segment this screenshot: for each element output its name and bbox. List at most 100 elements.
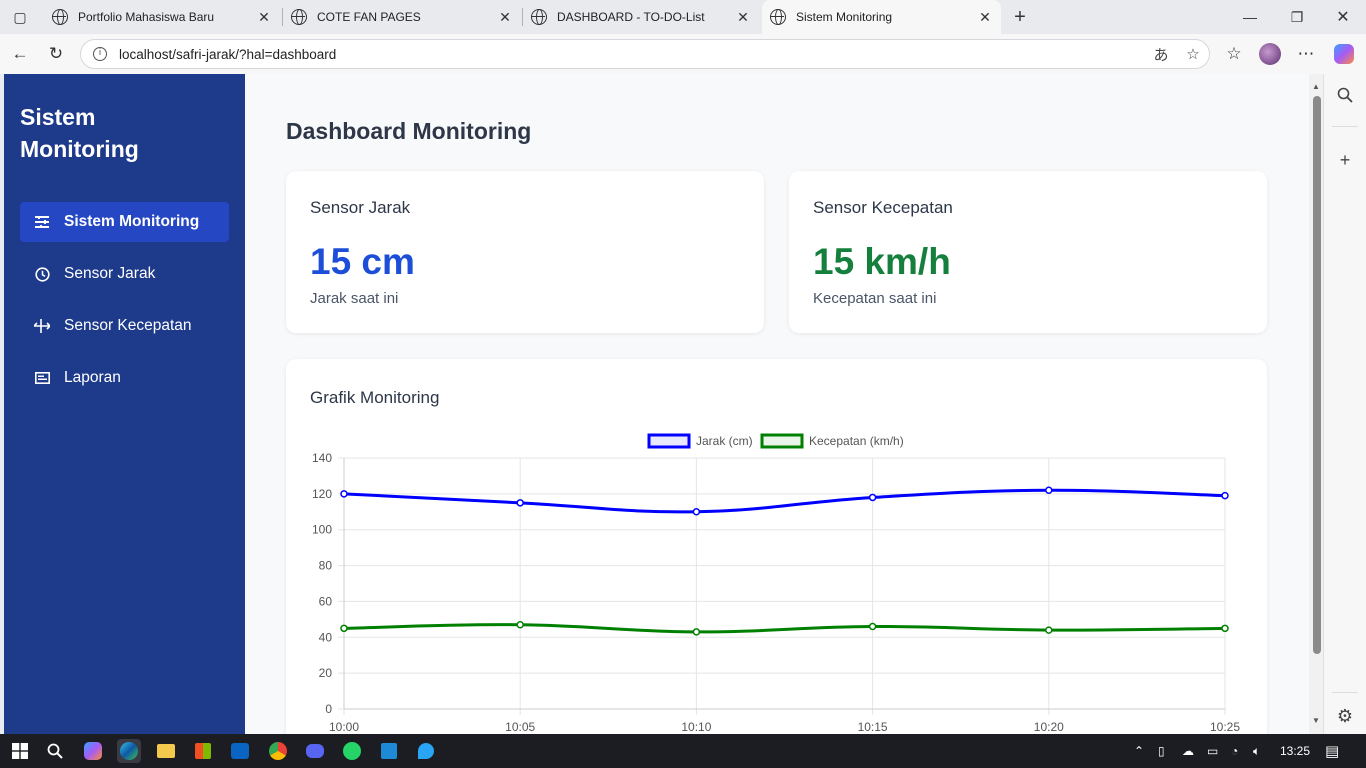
file-explorer-icon[interactable] <box>154 739 178 763</box>
sidebar-item-sensor-jarak[interactable]: Sensor Jarak <box>20 254 229 294</box>
globe-icon <box>531 9 547 25</box>
window-close-icon[interactable]: ✕ <box>1323 0 1363 34</box>
sliders-icon <box>34 214 50 230</box>
x-tick-label: 10:25 <box>1210 720 1240 734</box>
tab-title: Portfolio Mahasiswa Baru <box>78 10 215 24</box>
card-title: Sensor Kecepatan <box>813 198 953 217</box>
more-menu-icon[interactable]: ⋯ <box>1292 40 1320 68</box>
series-line-1 <box>343 623 1226 634</box>
sidebar-item-sistem-monitoring[interactable]: Sistem Monitoring <box>20 202 229 242</box>
legend-label: Kecepatan (km/h) <box>809 434 904 448</box>
card-caption: Jarak saat ini <box>310 290 399 307</box>
notification-icon[interactable]: ▤ <box>1325 734 1339 768</box>
data-point <box>868 622 877 631</box>
main-content: Dashboard Monitoring Sensor Jarak 15 cm … <box>245 74 1309 734</box>
back-arrow-icon[interactable]: ← <box>6 40 34 68</box>
edge-icon[interactable] <box>117 739 141 763</box>
y-tick-label: 120 <box>312 487 332 501</box>
data-point <box>340 490 348 498</box>
info-icon[interactable]: i <box>93 47 107 61</box>
globe-icon <box>291 9 307 25</box>
search-icon[interactable] <box>1332 82 1358 108</box>
windows-start-icon[interactable] <box>8 739 32 763</box>
store-icon[interactable] <box>191 739 215 763</box>
chart-title: Grafik Monitoring <box>310 388 440 407</box>
browser-tab-4[interactable]: Sistem Monitoring ✕ <box>762 0 1001 34</box>
profile-avatar[interactable] <box>1256 40 1284 68</box>
data-point <box>868 493 877 502</box>
report-icon <box>34 370 50 386</box>
onedrive-cloud-icon[interactable]: ☁ <box>1182 734 1194 768</box>
outlook-icon[interactable] <box>228 739 252 763</box>
card-title: Sensor Jarak <box>310 198 411 217</box>
sidebar: Sistem Monitoring Sistem Monitoring Sens… <box>4 74 245 734</box>
minimize-icon[interactable]: — <box>1230 0 1270 34</box>
close-icon[interactable]: ✕ <box>256 9 272 26</box>
discord-icon[interactable] <box>303 739 327 763</box>
page-title: Dashboard Monitoring <box>286 118 532 144</box>
sidebar-item-laporan[interactable]: Laporan <box>20 358 229 398</box>
browser-tab-1[interactable]: Portfolio Mahasiswa Baru ✕ <box>44 2 280 32</box>
sensor-jarak-card: Sensor Jarak 15 cm Jarak saat ini <box>286 171 764 333</box>
scroll-down-icon[interactable]: ▼ <box>1312 716 1320 725</box>
chart-card: Grafik Monitoring 0 20 40 60 80 100 120 140 10:0… <box>286 359 1267 734</box>
data-point <box>692 508 701 516</box>
page-scrollbar[interactable]: ▲ ▼ <box>1309 74 1323 734</box>
read-aloud-icon[interactable]: あ <box>1145 44 1177 65</box>
browser-tab-2[interactable]: COTE FAN PAGES ✕ <box>283 2 521 32</box>
tray-chevron-icon[interactable]: ⌃ <box>1134 734 1144 768</box>
data-point <box>1221 491 1229 500</box>
browser-tab-strip: ▢ Portfolio Mahasiswa Baru ✕ COTE FAN PA… <box>0 0 1366 34</box>
wifi-icon[interactable]: ◔ <box>1231 734 1238 768</box>
clock-time[interactable]: 13:25 <box>1280 734 1310 768</box>
data-point <box>692 628 701 636</box>
panel-divider <box>1332 692 1358 693</box>
y-tick-label: 140 <box>312 451 332 465</box>
taskbar-search-icon[interactable] <box>43 739 67 763</box>
browser-tab-3[interactable]: DASHBOARD - TO-DO-List ✕ <box>523 2 759 32</box>
tray-phone-icon[interactable]: ▯ <box>1158 734 1165 768</box>
page-viewport: Sistem Monitoring Sistem Monitoring Sens… <box>4 74 1323 734</box>
scroll-thumb[interactable] <box>1313 96 1321 654</box>
app-icon[interactable] <box>414 739 438 763</box>
new-tab-icon[interactable]: + <box>1000 0 1040 34</box>
vscode-icon[interactable] <box>377 739 401 763</box>
x-tick-label: 10:20 <box>1034 720 1064 734</box>
legend-swatch <box>647 433 691 449</box>
favorite-star-icon[interactable]: ☆ <box>1177 45 1209 63</box>
data-point <box>516 620 524 629</box>
copilot-icon[interactable] <box>1330 40 1358 68</box>
add-icon[interactable]: + <box>1332 147 1358 173</box>
sidebar-brand: Sistem Monitoring <box>20 104 139 162</box>
y-tick-label: 100 <box>312 523 332 537</box>
chrome-icon[interactable] <box>266 739 290 763</box>
data-point <box>340 624 348 633</box>
address-bar[interactable]: i localhost/safri-jarak/?hal=dashboard あ… <box>80 39 1210 69</box>
url-text[interactable]: localhost/safri-jarak/?hal=dashboard <box>119 47 1145 62</box>
battery-icon[interactable]: ▭ <box>1207 734 1218 768</box>
refresh-icon[interactable]: ↻ <box>42 40 70 68</box>
favorites-icon[interactable]: ☆ <box>1220 40 1248 68</box>
settings-gear-icon[interactable]: ⚙ <box>1332 703 1358 729</box>
legend-label: Jarak (cm) <box>696 434 753 448</box>
close-icon[interactable]: ✕ <box>735 9 751 26</box>
close-icon[interactable]: ✕ <box>497 9 513 26</box>
volume-icon[interactable]: 🔈︎ <box>1253 734 1260 768</box>
tab-title: DASHBOARD - TO-DO-List <box>557 10 705 24</box>
y-tick-label: 0 <box>325 702 332 716</box>
card-caption: Kecepatan saat ini <box>813 290 937 307</box>
scroll-up-icon[interactable]: ▲ <box>1312 82 1320 91</box>
windows-taskbar: ⌃ ▯ ☁ ▭ ◔ 🔈︎ 13:25 ▤ <box>0 734 1366 768</box>
sidebar-item-label: Sensor Jarak <box>64 265 156 282</box>
x-tick-label: 10:00 <box>329 720 359 734</box>
sidebar-item-sensor-kecepatan[interactable]: Sensor Kecepatan <box>20 306 229 346</box>
restore-icon[interactable]: ❐ <box>1277 0 1317 34</box>
close-icon[interactable]: ✕ <box>977 9 993 26</box>
copilot-taskbar-icon[interactable] <box>81 739 105 763</box>
tab-actions-icon[interactable]: ▢ <box>0 0 40 34</box>
data-point <box>516 499 524 507</box>
whatsapp-icon[interactable] <box>340 739 364 763</box>
panel-divider <box>1332 126 1358 127</box>
sidebar-item-label: Sensor Kecepatan <box>64 317 192 334</box>
globe-icon <box>770 9 786 25</box>
